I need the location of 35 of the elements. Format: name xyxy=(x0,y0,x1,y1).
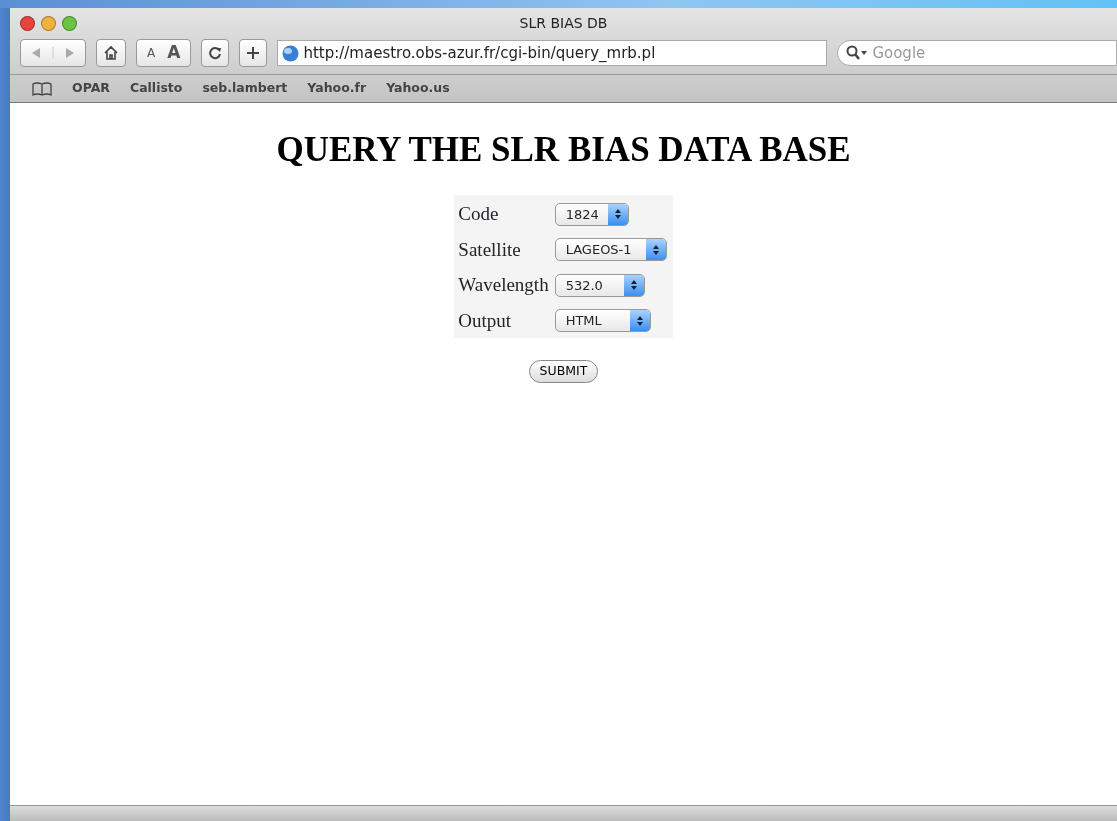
submit-button[interactable]: SUBMIT xyxy=(528,360,599,383)
field-label: Output xyxy=(458,308,513,333)
text-size-button[interactable]: A A xyxy=(136,39,192,67)
field-label: Wavelength xyxy=(458,273,549,297)
bookmark-link[interactable]: Yahoo.fr xyxy=(307,79,367,98)
field-label: Satellite xyxy=(458,237,522,262)
stepper-arrows-icon xyxy=(630,279,637,292)
search-icon[interactable] xyxy=(846,45,869,61)
close-icon[interactable] xyxy=(20,15,35,31)
globe-icon xyxy=(282,44,300,62)
plus-icon xyxy=(246,46,261,60)
dropdown[interactable]: 532.0 xyxy=(554,273,645,297)
add-bookmark-button[interactable] xyxy=(239,39,268,67)
reload-button[interactable] xyxy=(201,39,230,67)
address-field[interactable]: http://maestro.obs-azur.fr/cgi-bin/query_mrb.pl xyxy=(277,40,828,66)
bookmark-link[interactable]: OPAR xyxy=(72,79,110,98)
bookmark-link[interactable]: Callisto xyxy=(129,79,183,98)
dropdown[interactable]: 1824 xyxy=(554,202,629,226)
bookmark-link[interactable]: seb.lambert xyxy=(202,79,288,98)
house-icon xyxy=(103,45,119,61)
field-label: Code xyxy=(458,202,500,226)
back-forward-button[interactable] xyxy=(20,39,86,67)
dropdown[interactable]: HTML xyxy=(554,309,651,333)
window-title: SLR BIAS DB xyxy=(518,13,609,33)
home-button[interactable] xyxy=(96,39,126,67)
reload-icon xyxy=(208,46,223,60)
page-heading: QUERY THE SLR BIAS DATA BASE xyxy=(275,129,852,171)
bookmark-link[interactable]: Yahoo.us xyxy=(386,79,450,98)
stepper-arrows-icon xyxy=(652,243,659,256)
dropdown[interactable]: LAGEOS-1 xyxy=(554,238,667,262)
zoom-icon[interactable] xyxy=(62,15,77,31)
stepper-arrows-icon xyxy=(614,208,621,221)
stepper-arrows-icon xyxy=(636,314,643,327)
minimize-icon[interactable] xyxy=(41,15,56,31)
book-icon[interactable] xyxy=(32,81,52,96)
